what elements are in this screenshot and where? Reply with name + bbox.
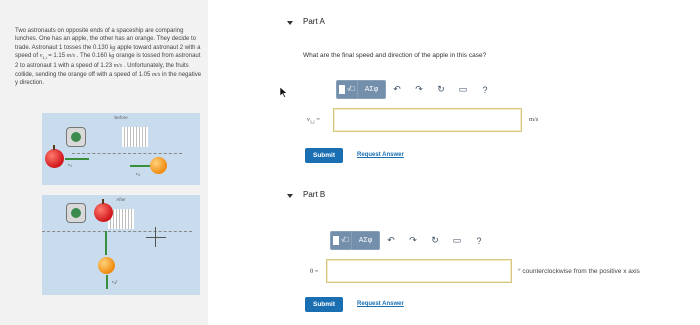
x-axis xyxy=(146,237,166,238)
part-b-submit-button[interactable]: Submit xyxy=(305,297,343,312)
v2i-label: v₂ᵢ xyxy=(136,171,141,176)
part-b-title[interactable]: Part B xyxy=(303,190,325,199)
answer-eq: = xyxy=(314,116,321,123)
velocity-arrow-down xyxy=(106,275,108,289)
template-box-icon xyxy=(332,236,339,245)
keyboard-icon[interactable]: ▭ xyxy=(446,231,468,250)
templates-button[interactable]: √□ xyxy=(331,232,352,249)
part-b-unit: ° counterclockwise from the positive x a… xyxy=(518,268,640,275)
after-figure: After v₂f xyxy=(42,195,200,295)
part-a-answer-input[interactable] xyxy=(333,108,522,132)
part-a-toolbar: √□ ΑΣφ ↶ ↷ ↻ ▭ ? xyxy=(336,80,496,99)
problem-text-3: = 1.15 xyxy=(46,52,67,59)
ship-outline xyxy=(42,231,192,245)
templates-button[interactable]: √□ xyxy=(337,81,358,98)
velocity-arrow-apple xyxy=(65,158,89,160)
undo-icon[interactable]: ↶ xyxy=(386,80,408,99)
part-a-answer-label: v1,f = xyxy=(307,116,320,124)
orange-icon xyxy=(150,157,167,174)
part-b-answer-label: θ = xyxy=(310,268,319,275)
undo-icon[interactable]: ↶ xyxy=(380,231,402,250)
problem-panel: Two astronauts on opposite ends of a spa… xyxy=(0,0,208,325)
part-a-request-answer-link[interactable]: Request Answer xyxy=(357,152,404,158)
redo-icon[interactable]: ↷ xyxy=(402,231,424,250)
velocity-arrow-orange xyxy=(105,231,107,255)
y-axis xyxy=(155,227,156,247)
sqrt-icon: √□ xyxy=(346,86,356,93)
keyboard-icon[interactable]: ▭ xyxy=(452,80,474,99)
help-icon[interactable]: ? xyxy=(474,80,496,99)
symbols-button[interactable]: ΑΣφ xyxy=(352,232,379,249)
mouse-cursor-icon xyxy=(280,87,288,98)
apple-icon xyxy=(94,199,113,222)
math-template-group: √□ ΑΣφ xyxy=(330,231,380,250)
before-figure: Before v₁ᵢ v₂ᵢ xyxy=(42,113,200,185)
unit-ms: m/s xyxy=(66,52,76,59)
apple-icon xyxy=(45,145,64,168)
sqrt-icon: √□ xyxy=(340,237,350,244)
orange-icon xyxy=(98,257,115,274)
v2f-label: v₂f xyxy=(112,279,117,284)
part-b-toolbar: √□ ΑΣφ ↶ ↷ ↻ ▭ ? xyxy=(330,231,490,250)
symbols-button[interactable]: ΑΣφ xyxy=(358,81,385,98)
astronaut-window-icon xyxy=(66,203,86,223)
part-a-question: What are the final speed and direction o… xyxy=(303,52,487,59)
part-b-collapse-icon[interactable] xyxy=(287,194,293,198)
reset-icon[interactable]: ↻ xyxy=(430,80,452,99)
part-a-collapse-icon[interactable] xyxy=(287,21,293,25)
v1i-label: v₁ᵢ xyxy=(68,162,73,167)
part-a-submit-button[interactable]: Submit xyxy=(305,148,343,163)
greek-symbols-icon: ΑΣφ xyxy=(358,237,373,244)
after-label: After xyxy=(116,197,126,202)
unit-ms: m/s xyxy=(113,63,123,70)
math-template-group: √□ ΑΣφ xyxy=(336,80,386,99)
wall-panel xyxy=(122,127,148,147)
part-b-request-answer-link[interactable]: Request Answer xyxy=(357,301,404,307)
part-b-answer-input[interactable] xyxy=(326,259,512,283)
redo-icon[interactable]: ↷ xyxy=(408,80,430,99)
before-label: Before xyxy=(114,115,128,120)
part-a-title[interactable]: Part A xyxy=(303,17,325,26)
problem-statement: Two astronauts on opposite ends of a spa… xyxy=(15,27,205,87)
reset-icon[interactable]: ↻ xyxy=(424,231,446,250)
problem-text-4: . The 0.160 xyxy=(75,52,109,59)
help-icon[interactable]: ? xyxy=(468,231,490,250)
velocity-arrow-orange xyxy=(130,165,150,167)
template-box-icon xyxy=(338,85,345,94)
part-a-unit: m/s xyxy=(529,116,539,123)
astronaut-window-icon xyxy=(66,127,86,147)
greek-symbols-icon: ΑΣφ xyxy=(364,86,379,93)
